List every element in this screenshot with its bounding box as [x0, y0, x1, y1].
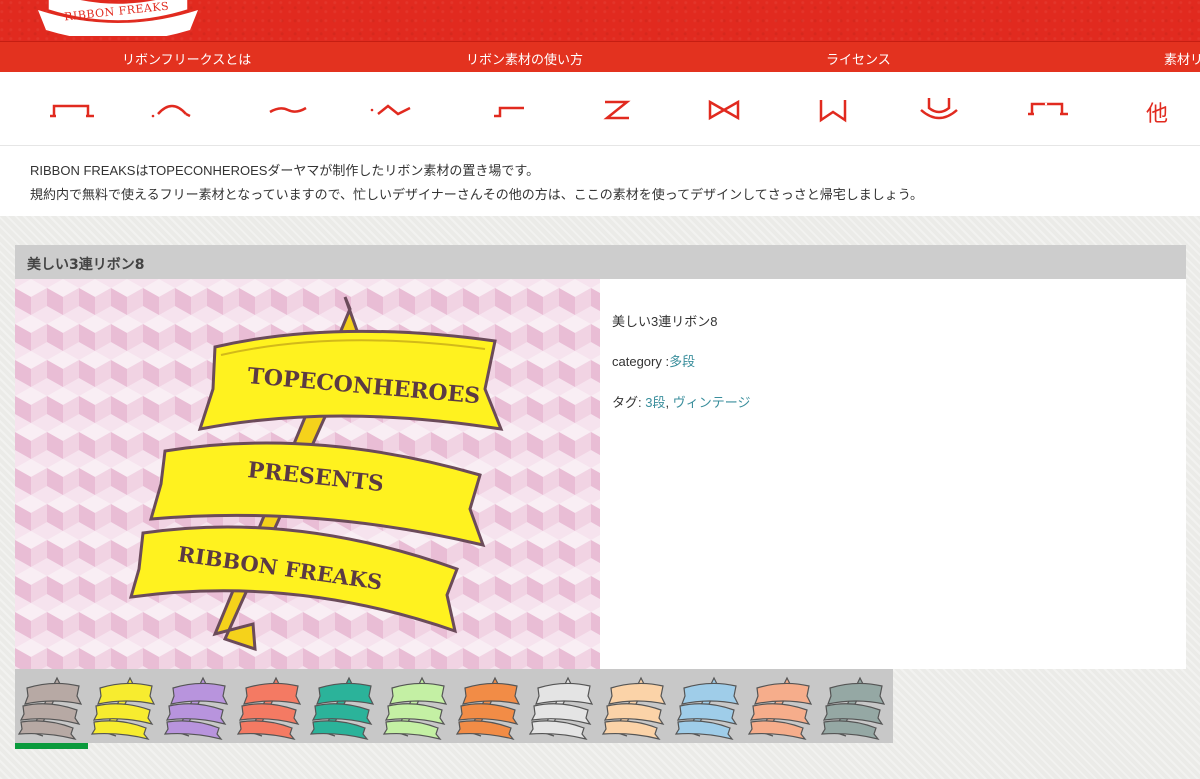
- card-title-bar: 美しい3連リボン8: [15, 245, 1186, 279]
- ribbon-flat-icon[interactable]: [50, 94, 94, 124]
- main-nav: リボンフリークスとは リボン素材の使い方 ライセンス 素材リ: [0, 41, 1200, 72]
- color-variation-thumb[interactable]: [747, 674, 817, 740]
- ribbon-step-icon[interactable]: [488, 94, 532, 124]
- site-header: RIBBON FREAKS: [0, 0, 1200, 41]
- ribbon-z-icon[interactable]: [595, 94, 639, 124]
- tag-link-3dan[interactable]: 3段: [645, 395, 665, 410]
- other-icon[interactable]: 他: [1146, 96, 1168, 128]
- nav-item-about[interactable]: リボンフリークスとは: [122, 49, 251, 68]
- tags-line: タグ: 3段, ヴィンテージ: [612, 392, 750, 411]
- color-variation-thumb[interactable]: [455, 674, 525, 740]
- category-line: category :多段: [612, 351, 695, 370]
- color-variation-thumb[interactable]: [820, 674, 890, 740]
- card-title[interactable]: 美しい3連リボン8: [27, 254, 144, 274]
- category-link[interactable]: 多段: [669, 354, 695, 369]
- intro-line-1: RIBBON FREAKSはTOPECONHEROESダーヤマが制作したリボン素…: [30, 163, 540, 178]
- nav-item-how-to-use[interactable]: リボン素材の使い方: [466, 49, 583, 68]
- ribbon-arch-icon[interactable]: [150, 94, 194, 124]
- ribbon-name: 美しい3連リボン8: [612, 314, 718, 329]
- card-body: TOPECONHEROES PRESENTS RIBBON FREAKS 美しい…: [15, 279, 1186, 669]
- intro-line-2: 規約内で無料で使えるフリー素材となっていますので、忙しいデザイナーさんその他の方…: [30, 187, 923, 202]
- tag-link-vintage[interactable]: ヴィンテージ: [673, 395, 751, 410]
- color-variation-thumb[interactable]: [236, 674, 306, 740]
- color-variation-thumb[interactable]: [528, 674, 598, 740]
- carousel-progress-bar: [15, 743, 88, 749]
- ribbon-s-wave-icon[interactable]: [370, 94, 414, 124]
- ribbon-bow-icon[interactable]: [702, 94, 746, 124]
- ribbon-banner-icon[interactable]: [811, 94, 855, 124]
- color-variation-thumb[interactable]: [163, 674, 233, 740]
- ribbon-multi-icon[interactable]: [1026, 94, 1070, 124]
- ribbon-preview-image[interactable]: TOPECONHEROES PRESENTS RIBBON FREAKS: [15, 279, 600, 669]
- color-variation-thumb[interactable]: [90, 674, 160, 740]
- nav-item-materials[interactable]: 素材リ: [1164, 49, 1200, 68]
- intro-section: RIBBON FREAKSはTOPECONHEROESダーヤマが制作したリボン素…: [0, 146, 1200, 216]
- color-variation-thumb[interactable]: [674, 674, 744, 740]
- tag-separator: ,: [665, 395, 673, 410]
- ribbon-wave-icon[interactable]: [266, 94, 310, 124]
- color-variation-thumb[interactable]: [17, 674, 87, 740]
- nav-item-license[interactable]: ライセンス: [826, 49, 891, 68]
- ribbon-emblem-icon[interactable]: [917, 94, 961, 124]
- tags-label: タグ:: [612, 395, 646, 410]
- color-variation-thumbnails: [15, 669, 893, 743]
- category-label: category :: [612, 354, 670, 369]
- color-variation-thumb[interactable]: [601, 674, 671, 740]
- category-icon-bar: 他: [0, 72, 1200, 146]
- color-variation-thumb[interactable]: [382, 674, 452, 740]
- color-variation-thumb[interactable]: [309, 674, 379, 740]
